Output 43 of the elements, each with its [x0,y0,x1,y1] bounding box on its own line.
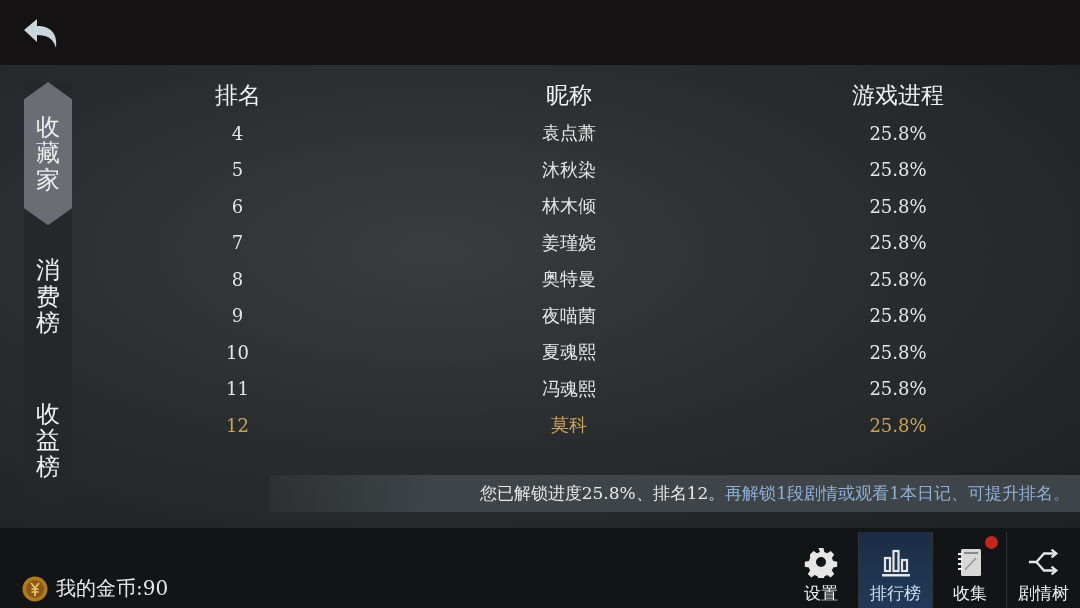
table-cell-text: 25.8% [868,340,928,365]
table-cell-text: 沐秋染 [541,157,597,182]
table-cell-text: 6 [230,194,245,219]
sidebar-tab[interactable]: 收益榜 [24,368,72,512]
table-cell-text: 夜喵菌 [541,303,597,328]
hint-text: 再解锁1段剧情或观看1本日记、可提升排名。 [725,481,1070,505]
table-cell-text: 林木倾 [541,194,597,219]
column-header: 昵称 [545,80,593,110]
nav-button[interactable]: 排行榜 [858,532,932,608]
coin-icon [22,575,48,602]
sidebar-tab[interactable]: 收藏家 [24,82,72,226]
table-cell-text: 11 [225,377,250,402]
table-cell-text: 5 [230,158,245,183]
table-cell-text: 袁点萧 [541,121,597,146]
table-cell-text: 25.8% [868,377,928,402]
table-cell-text: 9 [230,304,245,329]
table-cell-text: 25.8% [868,121,928,146]
table-cell-text: 10 [225,340,250,365]
column-header: 游戏进程 [851,80,945,110]
table-cell-text: 奥特曼 [541,267,597,292]
column-header: 排名 [213,80,262,110]
table-cell-text: 姜瑾娆 [541,230,597,255]
table-cell-text: 莫科 [550,413,588,438]
branch-arrows-icon [1026,546,1061,578]
table-cell-text: 12 [225,413,250,438]
table-cell-text: 7 [230,231,245,256]
table-cell-text: 夏魂熙 [541,340,597,365]
table-cell-text: 8 [230,267,245,292]
nav-button[interactable]: 设置 [784,532,858,608]
nav-button[interactable]: 剧情树 [1006,532,1080,608]
coin-balance: 我的金币:90 [56,575,169,602]
table-cell-text: 25.8% [868,267,928,292]
table-cell-text: 25.8% [868,304,928,329]
table-cell-text: 25.8% [868,158,928,183]
settings-icon [804,546,838,578]
nav-button[interactable]: 收集 [932,532,1006,608]
table-cell-text: 25.8% [868,413,928,438]
sidebar-tab[interactable]: 消费榜 [24,225,72,369]
table-cell-text: 25.8% [868,194,928,219]
notice-text: 您已解锁进度25.8%、排名12。 [479,481,726,505]
table-cell-text: 冯魂熙 [541,376,597,401]
table-cell-text: 4 [230,121,245,146]
table-cell-text: 25.8% [868,231,928,256]
